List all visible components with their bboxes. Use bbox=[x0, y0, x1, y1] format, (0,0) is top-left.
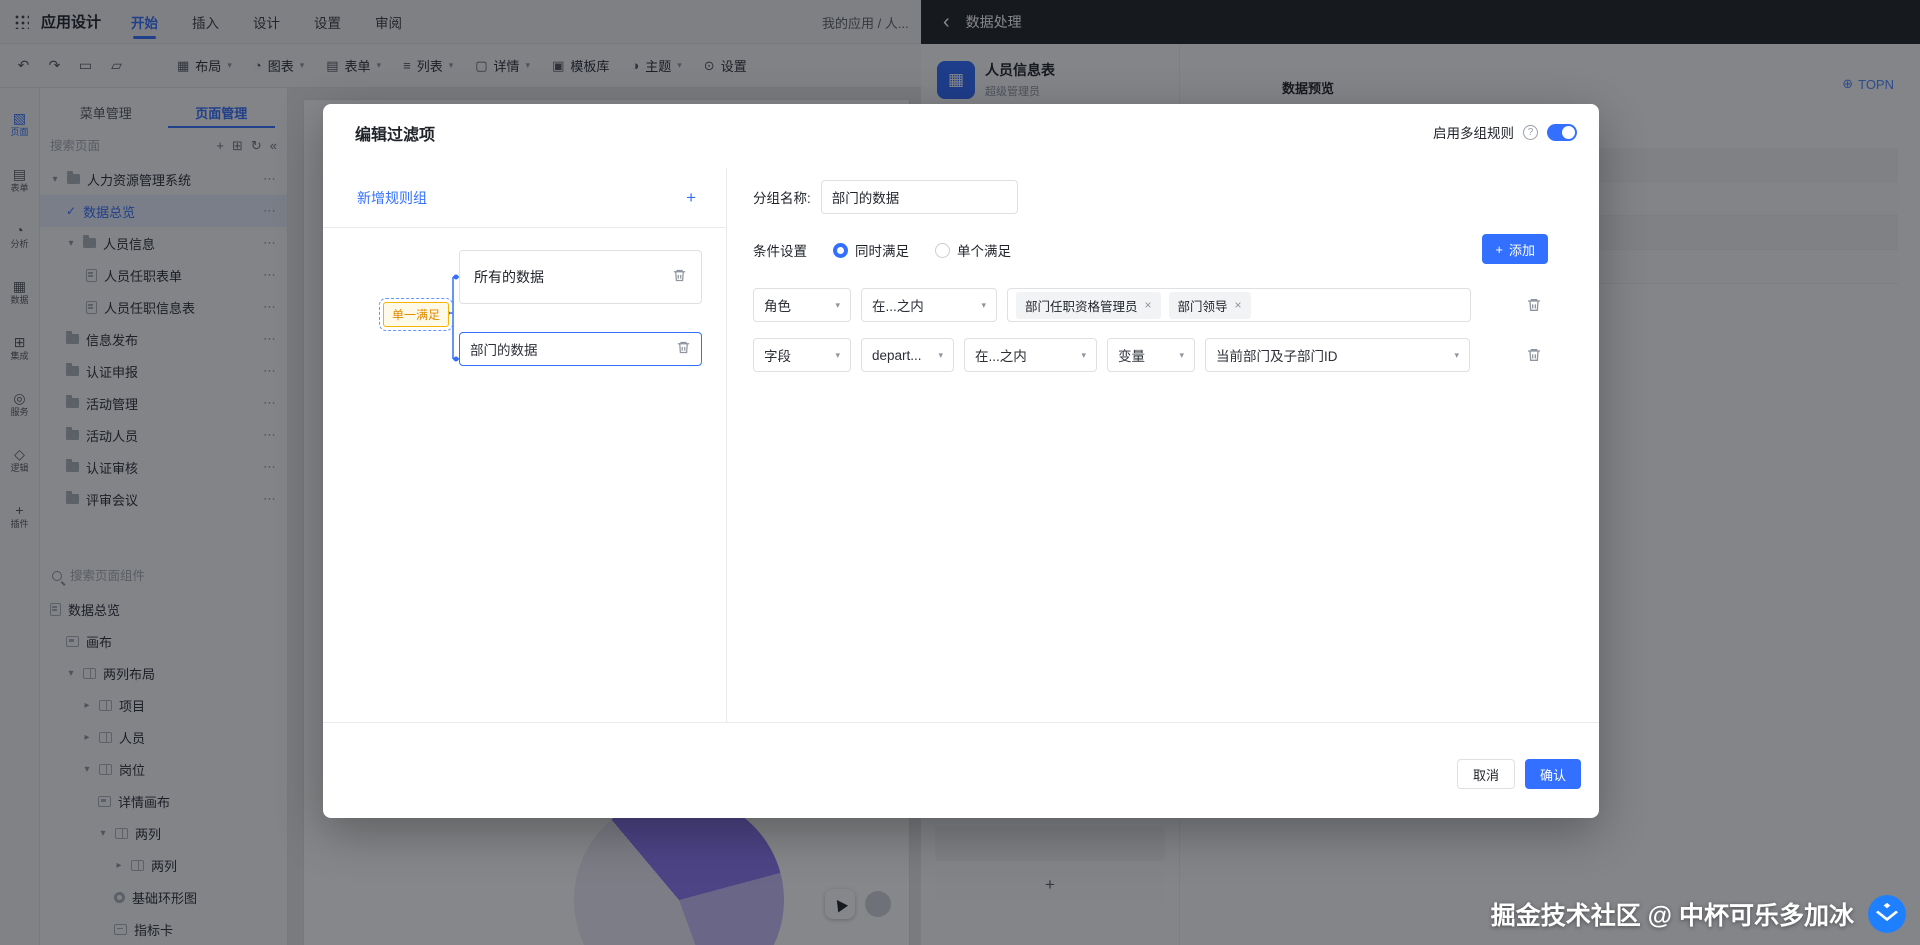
chevron-down-icon: ▾ bbox=[1081, 349, 1086, 360]
radio-dot bbox=[833, 242, 848, 258]
modal-footer: 取消 确认 bbox=[323, 722, 1599, 818]
field-select[interactable]: depart... ▾ bbox=[861, 338, 954, 372]
rule-card-label: 部门的数据 bbox=[470, 343, 538, 358]
delete-condition-button[interactable] bbox=[1523, 344, 1545, 366]
tag-label: 部门领导 bbox=[1177, 299, 1228, 314]
select-value: 变量 bbox=[1118, 349, 1145, 364]
operator-select[interactable]: 在...之内 ▾ bbox=[964, 338, 1097, 372]
trash-icon[interactable] bbox=[676, 340, 691, 358]
role-multi-select[interactable]: 部门任职资格管理员 × 部门领导 × bbox=[1007, 288, 1471, 322]
delete-condition-button[interactable] bbox=[1523, 294, 1545, 316]
radio-label: 单个满足 bbox=[957, 244, 1011, 259]
variable-select[interactable]: 当前部门及子部门ID ▾ bbox=[1205, 338, 1470, 372]
select-value: 在...之内 bbox=[975, 349, 1027, 364]
rule-tree-canvas: 单一满足 所有的数据 部门的数据 bbox=[323, 228, 726, 722]
operator-select[interactable]: 在...之内 ▾ bbox=[861, 288, 997, 322]
modal-body: 新增规则组 + 单一满足 所有的数据 部门的数据 分组名称: 部门的数据 条件设… bbox=[323, 168, 1599, 722]
condition-type-select[interactable]: 角色 ▾ bbox=[753, 288, 851, 322]
multi-rule-toggle[interactable] bbox=[1547, 123, 1577, 141]
match-mode-badge[interactable]: 单一满足 bbox=[378, 298, 454, 331]
add-condition-label: 添加 bbox=[1508, 242, 1535, 258]
rule-groups-pane: 新增规则组 + 单一满足 所有的数据 部门的数据 bbox=[323, 168, 727, 722]
radio-match-any[interactable]: 单个满足 bbox=[935, 240, 1011, 260]
multi-rule-label: 启用多组规则 bbox=[1433, 126, 1514, 141]
group-name-label: 分组名称: bbox=[753, 191, 811, 206]
group-name-input[interactable] bbox=[820, 180, 1018, 214]
select-value: depart... bbox=[872, 347, 922, 363]
trash-icon[interactable] bbox=[672, 268, 687, 286]
multi-rule-controls: 启用多组规则 ? bbox=[1433, 122, 1577, 142]
watermark-text: 掘金技术社区 @ 中杯可乐多加冰 bbox=[1490, 902, 1854, 930]
condition-type-select[interactable]: 字段 ▾ bbox=[753, 338, 851, 372]
select-value: 字段 bbox=[764, 349, 791, 364]
rule-card-dept-data[interactable]: 部门的数据 bbox=[459, 332, 702, 366]
condition-row-1: 角色 ▾ 在...之内 ▾ 部门任职资格管理员 × 部门领导 × bbox=[753, 288, 1471, 322]
chevron-down-icon: ▾ bbox=[835, 299, 840, 310]
modal-title: 编辑过滤项 bbox=[355, 127, 436, 144]
chevron-down-icon: ▾ bbox=[1179, 349, 1184, 360]
rule-groups-header: 新增规则组 + bbox=[323, 168, 726, 228]
remove-tag-icon[interactable]: × bbox=[1145, 298, 1152, 312]
group-name-row: 分组名称: bbox=[753, 180, 1018, 214]
condition-setting-row: 条件设置 同时满足 单个满足 bbox=[753, 240, 1011, 260]
confirm-button[interactable]: 确认 bbox=[1525, 759, 1581, 789]
chevron-down-icon: ▾ bbox=[938, 349, 943, 360]
add-rule-group-link[interactable]: 新增规则组 bbox=[357, 188, 427, 208]
radio-label: 同时满足 bbox=[855, 244, 909, 259]
screen: 应用设计 开始 插入 设计 设置 审阅 我的应用 / 人... ↶ ↷ ▭ ▱ … bbox=[0, 0, 1920, 945]
condition-label: 条件设置 bbox=[753, 244, 807, 259]
role-tag: 部门领导 × bbox=[1168, 291, 1251, 319]
select-value: 在...之内 bbox=[872, 299, 924, 314]
edit-filter-modal: 编辑过滤项 启用多组规则 ? 新增规则组 + 单一满足 所有的数据 部门的数据 … bbox=[323, 104, 1599, 818]
chevron-down-icon: ▾ bbox=[835, 349, 840, 360]
radio-dot bbox=[935, 242, 950, 258]
add-condition-button[interactable]: + 添加 bbox=[1482, 234, 1548, 264]
remove-tag-icon[interactable]: × bbox=[1235, 298, 1242, 312]
help-icon[interactable]: ? bbox=[1523, 124, 1538, 140]
watermark: 掘金技术社区 @ 中杯可乐多加冰 bbox=[1491, 895, 1906, 933]
chevron-down-icon: ▾ bbox=[981, 299, 986, 310]
select-value: 当前部门及子部门ID bbox=[1216, 349, 1338, 364]
value-type-select[interactable]: 变量 ▾ bbox=[1107, 338, 1195, 372]
cancel-button[interactable]: 取消 bbox=[1457, 759, 1515, 789]
rule-form-pane: 分组名称: 条件设置 同时满足 单个满足 + 添加 角色 ▾ 在...之内 ▾ 部门… bbox=[727, 168, 1599, 722]
select-value: 角色 bbox=[764, 299, 791, 314]
role-tag: 部门任职资格管理员 × bbox=[1016, 291, 1161, 319]
juejin-logo bbox=[1868, 895, 1906, 933]
rule-card-all-data[interactable]: 所有的数据 bbox=[459, 250, 702, 304]
rule-card-label: 所有的数据 bbox=[474, 269, 544, 285]
plus-icon: + bbox=[1495, 241, 1503, 257]
condition-row-2: 字段 ▾ depart... ▾ 在...之内 ▾ 变量 ▾ 当前部门及子部门ID ▾ bbox=[753, 338, 1470, 372]
tag-label: 部门任职资格管理员 bbox=[1025, 299, 1138, 314]
radio-match-all[interactable]: 同时满足 bbox=[833, 240, 909, 260]
chevron-down-icon: ▾ bbox=[1454, 349, 1459, 360]
add-rule-group-icon[interactable]: + bbox=[686, 188, 696, 208]
